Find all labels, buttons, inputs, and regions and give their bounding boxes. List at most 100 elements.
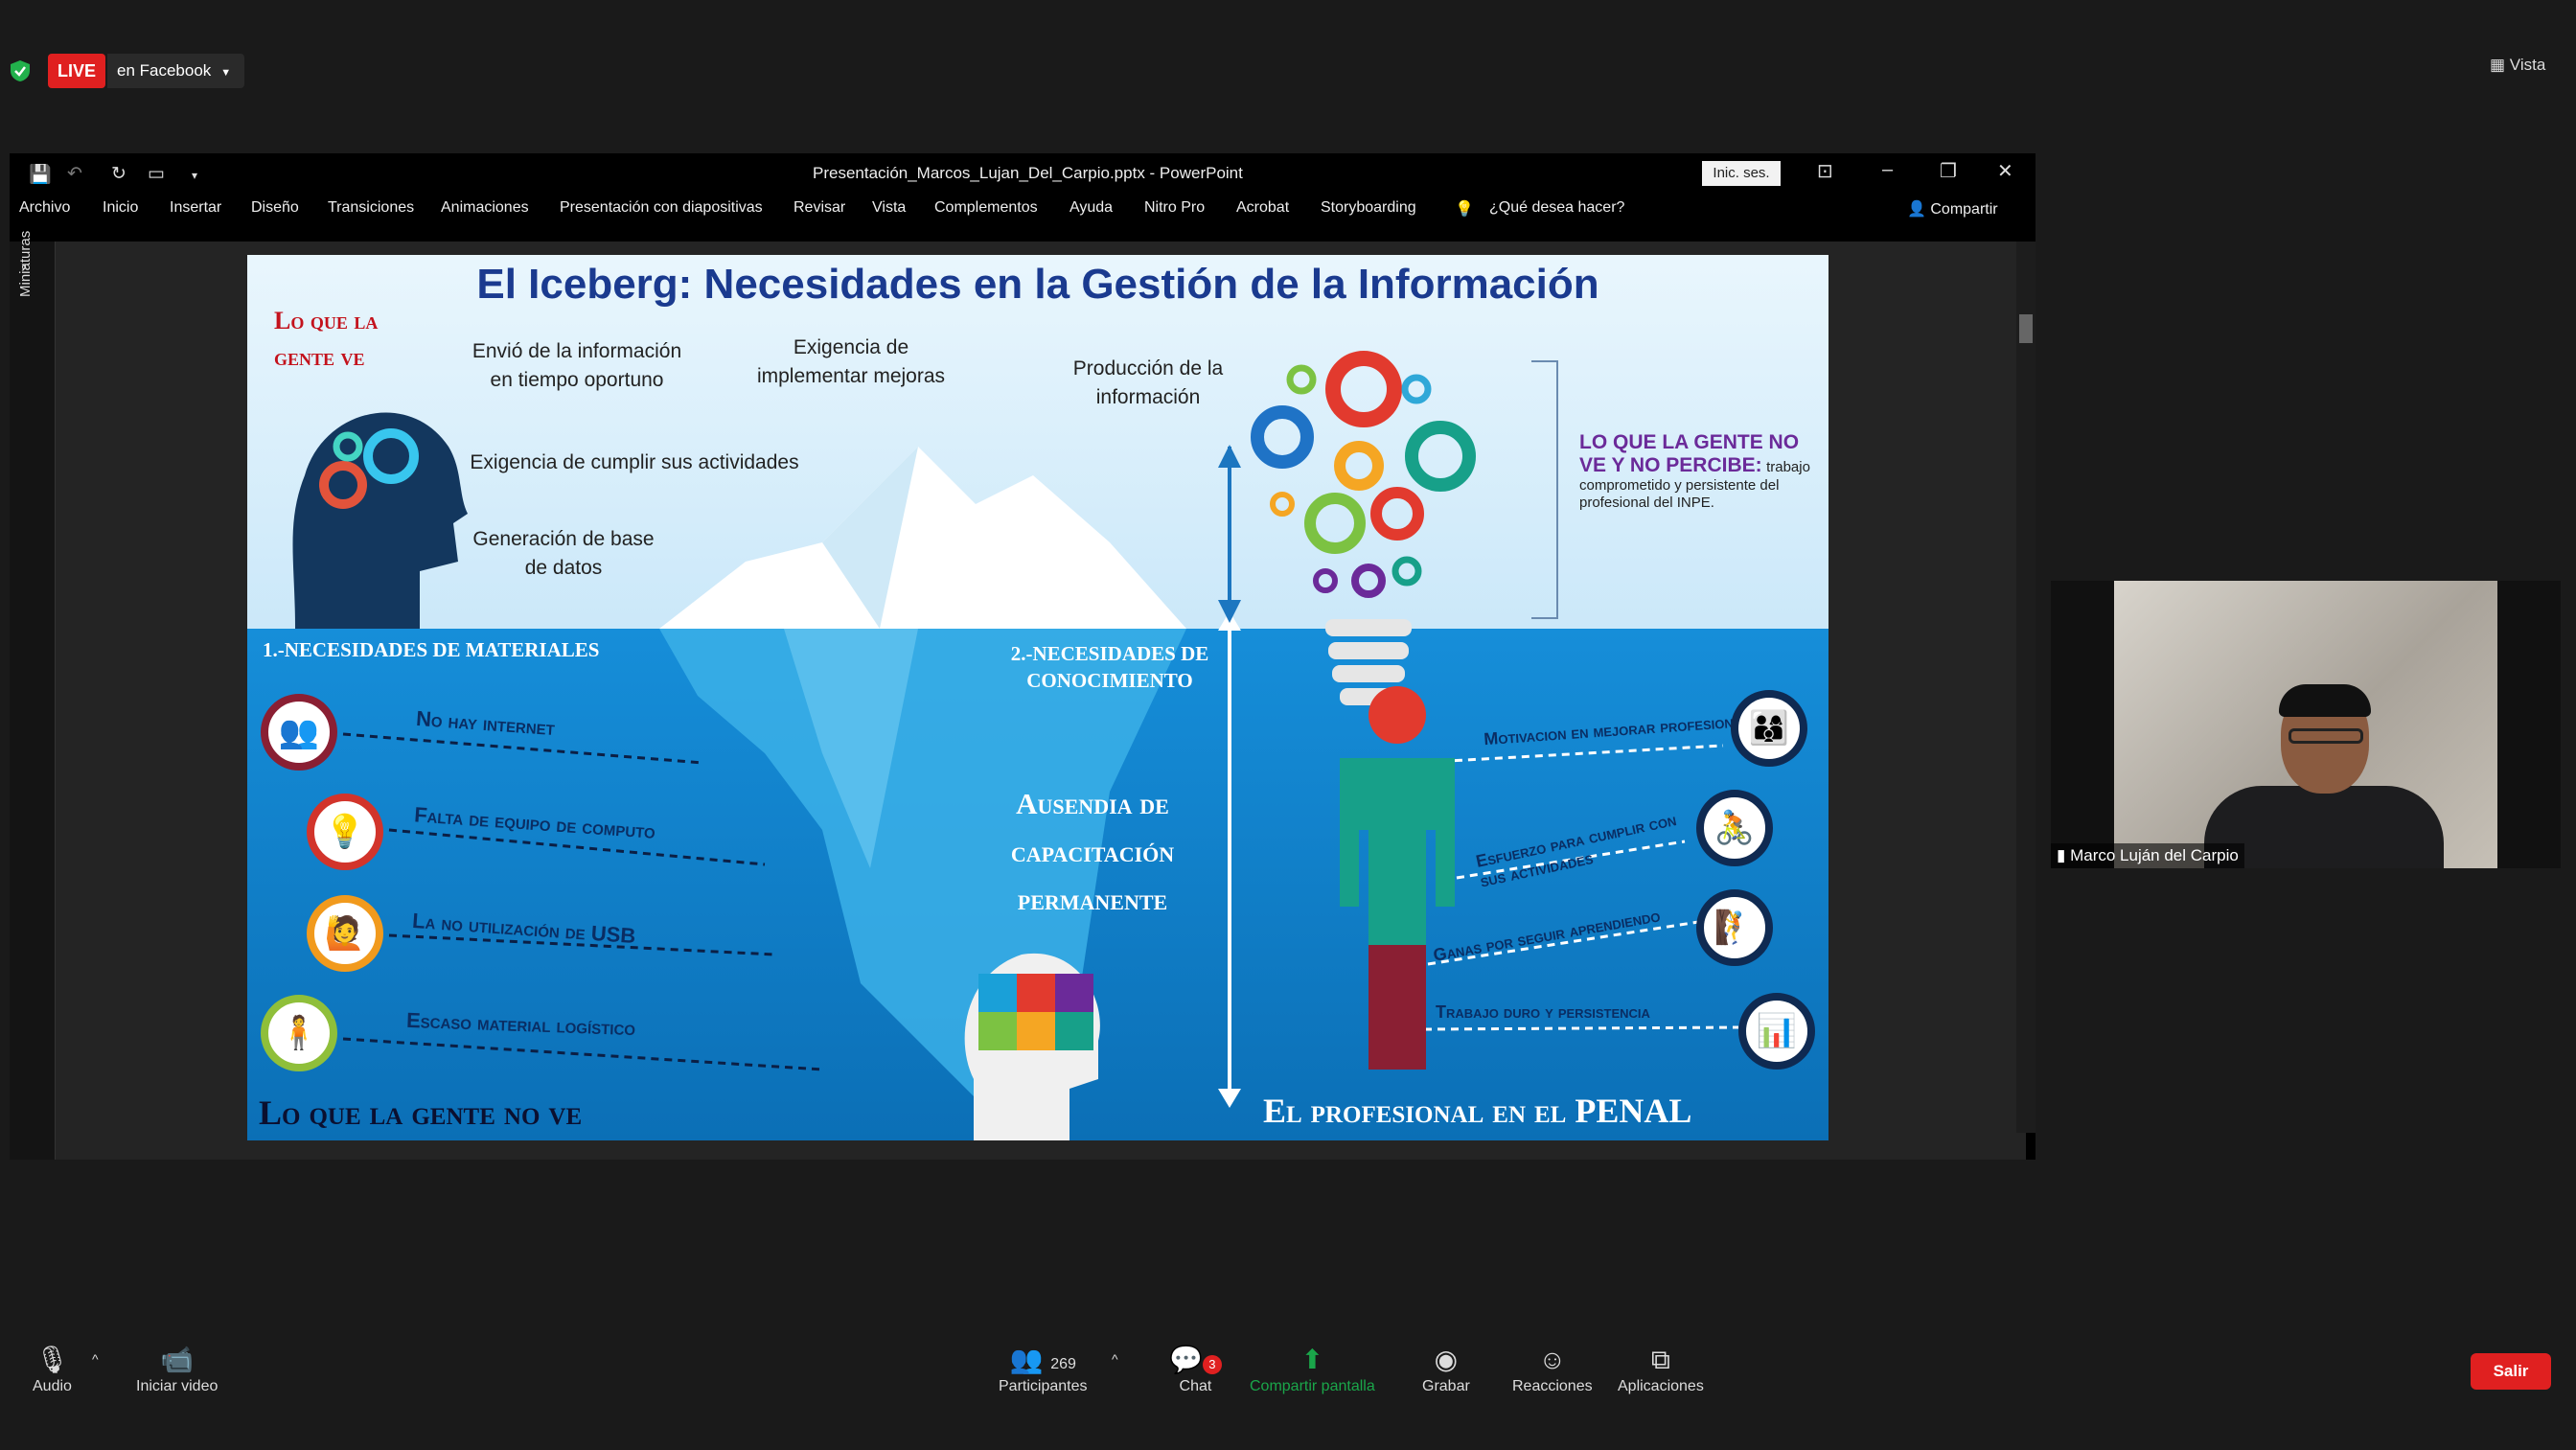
powerpoint-window: 💾 ↶ ↻ ▭ ▾ Presentación_Marcos_Lujan_Del_…: [10, 153, 2036, 1160]
apps-icon: ⧉: [1650, 1345, 1670, 1374]
lightbulb-icon: 💡: [1455, 201, 1474, 218]
hidden-effort-note: LO QUE LA GENTE NO VE Y NO PERCIBE: trab…: [1579, 431, 1819, 512]
worker-chart-icon: 📊: [1738, 993, 1815, 1070]
participants-count: 269: [1050, 1356, 1076, 1372]
tab-storyboarding[interactable]: Storyboarding: [1321, 199, 1416, 217]
runner-icon: 🚴: [1696, 790, 1773, 866]
live-badge[interactable]: LIVE: [48, 54, 106, 88]
head-gears-icon: [292, 412, 468, 629]
bracket-divider: [1531, 360, 1558, 619]
redo-icon[interactable]: ↻: [111, 163, 126, 185]
reactions-button[interactable]: ☺ Reacciones: [1512, 1344, 1593, 1395]
tab-presentacion[interactable]: Presentación con diapositivas: [560, 199, 763, 217]
record-icon: ◉: [1434, 1345, 1459, 1374]
undo-icon[interactable]: ↶: [67, 163, 82, 185]
visible-item-4: Exigencia de cumplir sus actividades: [470, 451, 799, 473]
grid-icon: ▦: [2490, 56, 2510, 74]
climber-icon: 🧗: [1696, 889, 1773, 966]
participants-label: Participantes: [999, 1378, 1088, 1394]
tab-acrobat[interactable]: Acrobat: [1236, 199, 1289, 217]
live-destination-label: en Facebook: [117, 61, 212, 80]
person-hair: [2279, 684, 2371, 717]
tab-revisar[interactable]: Revisar: [794, 199, 845, 217]
tab-ayuda[interactable]: Ayuda: [1070, 199, 1113, 217]
slide: El Iceberg: Necesidades en la Gestión de…: [247, 255, 1828, 1140]
tab-complementos[interactable]: Complementos: [934, 199, 1038, 217]
security-shield-icon[interactable]: [10, 59, 31, 82]
sign-in-button[interactable]: Inic. ses.: [1702, 161, 1781, 186]
reactions-label: Reacciones: [1512, 1378, 1593, 1394]
visible-item-5: Generación de base de datos: [472, 528, 655, 579]
customize-toolbar-icon[interactable]: ▾: [192, 169, 197, 182]
record-label: Grabar: [1422, 1378, 1470, 1394]
chat-button[interactable]: 💬 3 Chat: [1169, 1344, 1222, 1395]
bottom-left-caption: Lo que la gente no ve: [259, 1093, 583, 1132]
restore-icon[interactable]: ❐: [1940, 159, 1957, 183]
share-label: Compartir: [1930, 201, 1998, 218]
presentation-from-start-icon[interactable]: ▭: [148, 163, 165, 185]
chat-label: Chat: [1179, 1378, 1212, 1394]
title-bar: 💾 ↶ ↻ ▭ ▾ Presentación_Marcos_Lujan_Del_…: [10, 153, 2036, 194]
pro-hardwork-line: Trabajo duro y persistencia: [1436, 1002, 1650, 1022]
signal-bars-icon: ▮: [2057, 846, 2071, 864]
section-materials-heading: 1.-NECESIDADES DE MATERIALES: [263, 638, 600, 661]
smiley-icon: ☺: [1538, 1345, 1567, 1374]
person-icon: 👤: [1907, 201, 1931, 218]
thumbnails-pane[interactable]: [10, 242, 56, 1160]
chat-icon: 💬 3: [1169, 1344, 1222, 1378]
scrollbar-thumb[interactable]: [2019, 314, 2033, 343]
participant-name: Marco Luján del Carpio: [2070, 846, 2239, 864]
training-absence-line3: permanente: [1017, 883, 1168, 916]
save-icon[interactable]: 💾: [29, 163, 52, 186]
visible-item-2: Exigencia de implementar mejoras: [756, 336, 946, 387]
share-screen-button[interactable]: ⬆ Compartir pantalla: [1250, 1344, 1375, 1395]
tab-insertar[interactable]: Insertar: [170, 199, 221, 217]
ribbon-display-icon[interactable]: ⊡: [1817, 159, 1833, 183]
record-button[interactable]: ◉ Grabar: [1422, 1344, 1470, 1395]
tab-animaciones[interactable]: Animaciones: [441, 199, 529, 217]
audio-label: Audio: [33, 1378, 72, 1394]
tab-transiciones[interactable]: Transiciones: [328, 199, 414, 217]
participants-button[interactable]: 👥 269 Participantes: [999, 1344, 1088, 1395]
tab-diseno[interactable]: Diseño: [251, 199, 299, 217]
caret-down-icon: ▼: [220, 67, 232, 79]
participants-options-caret[interactable]: ^: [1112, 1351, 1118, 1367]
minimize-icon[interactable]: –: [1882, 159, 1893, 181]
audio-button[interactable]: 🎙 Audio: [33, 1344, 72, 1395]
training-absence-line2: capacitación: [1010, 835, 1175, 868]
training-absence-line1: Ausendia de: [1016, 787, 1169, 820]
apps-button[interactable]: ⧉ Aplicaciones: [1618, 1344, 1704, 1395]
audio-options-caret[interactable]: ^: [92, 1351, 99, 1367]
thumbnails-label: Miniaturas: [17, 230, 34, 297]
left-heading-line1: Lo que la: [274, 307, 379, 334]
participants-icon: 👥 269: [1009, 1345, 1076, 1374]
view-label: Vista: [2509, 56, 2546, 74]
vertical-scrollbar[interactable]: [2016, 242, 2036, 1133]
chat-badge: 3: [1202, 1355, 1222, 1374]
microphone-icon: 🎙: [34, 1345, 70, 1374]
tab-nitro-pro[interactable]: Nitro Pro: [1144, 199, 1205, 217]
tab-vista[interactable]: Vista: [872, 199, 906, 217]
tell-me-search[interactable]: ¿Qué desea hacer?: [1489, 199, 1624, 217]
visible-item-1: Envió de la información en tiempo oportu…: [472, 340, 682, 391]
puzzle-head-icon: [964, 953, 1100, 1140]
live-destination-dropdown[interactable]: en Facebook ▼: [107, 54, 245, 88]
view-button[interactable]: ▦ Vista: [2490, 56, 2545, 75]
section-knowledge-heading-1: 2.-NECESIDADES DE: [1010, 642, 1209, 665]
start-video-button[interactable]: 📹 Iniciar video: [136, 1344, 218, 1395]
start-video-label: Iniciar video: [136, 1378, 218, 1394]
video-off-icon: 📹: [160, 1345, 195, 1374]
share-screen-icon: ⬆: [1300, 1345, 1324, 1374]
participant-name-tag: ▮ Marco Luján del Carpio: [2051, 843, 2244, 868]
apps-label: Aplicaciones: [1618, 1378, 1704, 1394]
slide-title: El Iceberg: Necesidades en la Gestión de…: [476, 261, 1599, 308]
training-absence-text: Ausendia de capacitación permanente: [958, 780, 1227, 924]
exit-button[interactable]: Salir: [2471, 1353, 2551, 1390]
tab-archivo[interactable]: Archivo: [19, 199, 70, 217]
close-icon[interactable]: ✕: [1997, 159, 2013, 183]
document-title: Presentación_Marcos_Lujan_Del_Carpio.ppt…: [813, 164, 1243, 182]
tab-inicio[interactable]: Inicio: [103, 199, 138, 217]
share-screen-label: Compartir pantalla: [1250, 1378, 1375, 1394]
share-button[interactable]: 👤 Compartir: [1907, 199, 1998, 219]
person-glasses: [2288, 728, 2363, 744]
